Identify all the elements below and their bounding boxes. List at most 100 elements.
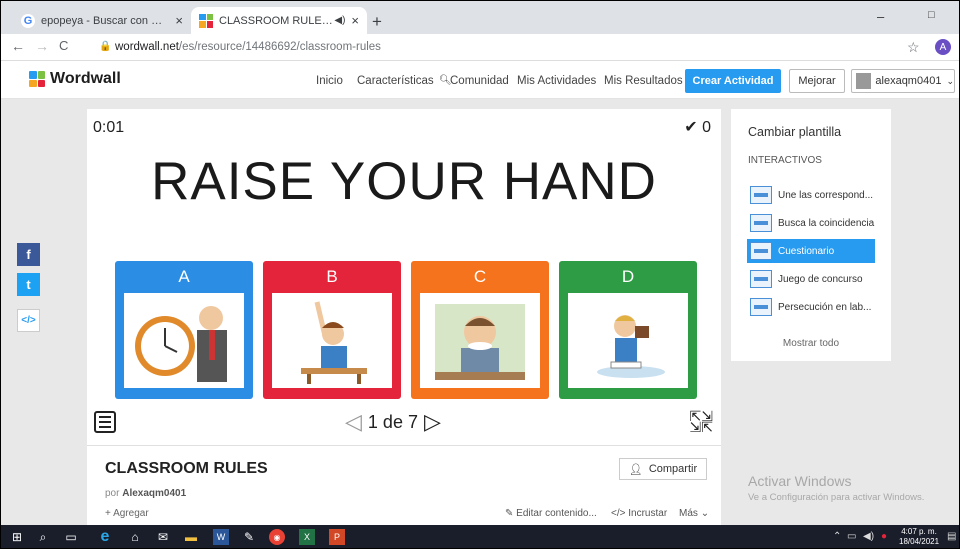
boy-raising-hand-image bbox=[272, 293, 392, 388]
nav-mis-actividades[interactable]: Mis Actividades bbox=[517, 75, 596, 87]
quiz-icon bbox=[750, 242, 772, 260]
code-icon: </> bbox=[611, 508, 626, 519]
user-avatar bbox=[856, 73, 872, 89]
facebook-share-icon[interactable]: f bbox=[17, 243, 40, 266]
battery-icon[interactable]: ▭ bbox=[847, 531, 856, 542]
tab-label: CLASSROOM RULES - Une la bbox=[219, 14, 334, 27]
forward-arrow-icon[interactable]: → bbox=[35, 38, 49, 54]
tab-classroom-rules[interactable]: CLASSROOM RULES - Une la ◀) × bbox=[191, 7, 367, 34]
sidebar-subtitle: INTERACTIVOS bbox=[748, 155, 822, 166]
plus-icon: + bbox=[105, 508, 111, 519]
checkmark-icon: ✔ bbox=[684, 119, 698, 136]
answer-card-b[interactable]: B bbox=[263, 261, 401, 399]
template-sidebar: Cambiar plantilla INTERACTIVOS Une las c… bbox=[731, 109, 891, 361]
bookmark-star-icon[interactable]: ☆ bbox=[907, 39, 920, 56]
author-line: por Alexaqm0401 bbox=[105, 488, 187, 499]
tab-label: epopeya - Buscar con Google bbox=[41, 14, 169, 27]
paint-icon[interactable]: ✎ bbox=[241, 529, 257, 545]
answer-card-d[interactable]: D bbox=[559, 261, 697, 399]
gameshow-icon bbox=[750, 270, 772, 288]
google-icon: G bbox=[21, 13, 35, 28]
edge-icon[interactable]: e bbox=[97, 528, 113, 545]
previous-arrow-icon[interactable]: ◁ bbox=[345, 409, 362, 435]
template-juego-de-concurso[interactable]: Juego de concurso bbox=[747, 267, 875, 291]
network-icon[interactable]: ● bbox=[881, 531, 887, 542]
mostrar-todo-link[interactable]: Mostrar todo bbox=[731, 338, 891, 349]
restore-button[interactable]: □ bbox=[928, 9, 935, 21]
screen: G epopeya - Buscar con Google × CLASSROO… bbox=[0, 0, 960, 549]
search-icon[interactable]: ⌕ bbox=[35, 529, 51, 545]
template-une-las-correspondencias[interactable]: Une las correspond... bbox=[747, 183, 875, 207]
chrome-icon[interactable]: ◉ bbox=[269, 529, 285, 545]
embed-code-icon[interactable]: </> bbox=[17, 309, 40, 332]
answer-card-a[interactable]: A bbox=[115, 261, 253, 399]
mail-icon[interactable]: ✉ bbox=[155, 529, 171, 545]
score-value: 0 bbox=[702, 119, 711, 136]
file-explorer-icon[interactable]: ▬ bbox=[183, 529, 199, 545]
powerpoint-icon[interactable]: P bbox=[329, 529, 345, 545]
audio-icon[interactable]: ◀) bbox=[334, 15, 345, 26]
fullscreen-icon[interactable]: ⇱⇲ ⇲⇱ bbox=[690, 409, 713, 434]
nav-comunidad[interactable]: Comunidad bbox=[450, 75, 509, 87]
template-cuestionario[interactable]: Cuestionario bbox=[747, 239, 875, 263]
wordwall-icon bbox=[199, 13, 213, 28]
crear-actividad-button[interactable]: Crear Actividad bbox=[685, 69, 781, 93]
close-tab-icon[interactable]: × bbox=[175, 13, 183, 28]
address-bar: ← → C 🔒 wordwall.net/es/resource/1448669… bbox=[1, 34, 959, 61]
incrustar-button[interactable]: </> Incrustar bbox=[611, 508, 667, 519]
nav-mis-resultados[interactable]: Mis Resultados bbox=[604, 75, 683, 87]
man-eating-image bbox=[420, 293, 540, 388]
chevron-down-icon: ⌄ bbox=[700, 508, 710, 519]
wordwall-logo[interactable]: Wordwall bbox=[29, 70, 121, 88]
template-busca-la-coincidencia[interactable]: Busca la coincidencia bbox=[747, 211, 875, 235]
activity-title: CLASSROOM RULES bbox=[105, 460, 268, 477]
word-icon[interactable]: W bbox=[213, 529, 229, 545]
chevron-down-icon: ⌄ bbox=[946, 75, 954, 86]
clock-man-image bbox=[124, 293, 244, 388]
reload-icon[interactable]: C bbox=[59, 38, 68, 53]
agregar-button[interactable]: + Agregar bbox=[105, 508, 149, 519]
main-content: f t </> 0:01 ✔ 0 RAISE YOUR HAND A B C D… bbox=[1, 99, 959, 525]
answer-card-c[interactable]: C bbox=[411, 261, 549, 399]
show-hidden-icons-icon[interactable]: ⌃ bbox=[833, 531, 841, 542]
profile-avatar[interactable]: A bbox=[935, 39, 951, 55]
activity-player: 0:01 ✔ 0 RAISE YOUR HAND A B C D ◁ 1 de … bbox=[87, 109, 721, 445]
store-icon[interactable]: ⌂ bbox=[127, 529, 143, 545]
next-arrow-icon[interactable]: ▷ bbox=[424, 409, 441, 435]
close-tab-icon[interactable]: × bbox=[351, 13, 359, 28]
url-field[interactable]: wordwall.net/es/resource/14486692/classr… bbox=[115, 41, 381, 53]
excel-icon[interactable]: X bbox=[299, 529, 315, 545]
timer: 0:01 bbox=[93, 119, 125, 136]
answer-letter: B bbox=[326, 267, 338, 286]
pencil-icon: ✎ bbox=[505, 508, 514, 519]
minimize-button[interactable]: – bbox=[877, 9, 884, 24]
menu-icon[interactable] bbox=[94, 411, 116, 433]
sidebar-title: Cambiar plantilla bbox=[748, 125, 842, 139]
user-menu[interactable]: alexaqm0401 ⌄ bbox=[851, 69, 955, 93]
new-tab-button[interactable]: + bbox=[372, 12, 382, 32]
template-persecucion-en-laberinto[interactable]: Persecución en lab... bbox=[747, 295, 875, 319]
mas-menu-button[interactable]: Más ⌄ bbox=[679, 508, 709, 519]
answer-letter: D bbox=[621, 267, 635, 286]
task-view-icon[interactable]: ▭ bbox=[63, 529, 79, 545]
compartir-button[interactable]: 👤︎ Compartir bbox=[619, 458, 707, 480]
question-text: RAISE YOUR HAND bbox=[151, 152, 657, 211]
mejorar-button[interactable]: Mejorar bbox=[789, 69, 845, 93]
notifications-icon[interactable]: ▤ bbox=[947, 531, 956, 542]
twitter-share-icon[interactable]: t bbox=[17, 273, 40, 296]
nav-caracteristicas[interactable]: Características bbox=[357, 75, 434, 87]
windows-start-icon[interactable]: ⊞ bbox=[9, 529, 25, 545]
back-arrow-icon[interactable]: ← bbox=[11, 38, 25, 54]
activate-windows-watermark: Activar Windows Ve a Configuración para … bbox=[748, 473, 925, 503]
tab-google-search[interactable]: G epopeya - Buscar con Google × bbox=[13, 7, 191, 34]
lock-icon: 🔒 bbox=[99, 41, 112, 52]
author-link[interactable]: Alexaqm0401 bbox=[122, 488, 186, 499]
nav-inicio[interactable]: Inicio bbox=[316, 75, 343, 87]
page-indicator: 1 de 7 bbox=[367, 411, 418, 432]
system-clock[interactable]: 4:07 p. m. 18/04/2021 bbox=[899, 527, 939, 547]
editar-contenido-button[interactable]: ✎ Editar contenido... bbox=[505, 508, 597, 519]
wordwall-logo-icon bbox=[29, 71, 45, 87]
activity-info: CLASSROOM RULES por Alexaqm0401 + Agrega… bbox=[87, 445, 721, 525]
maze-chase-icon bbox=[750, 298, 772, 316]
volume-icon[interactable]: ◀) bbox=[863, 531, 874, 542]
